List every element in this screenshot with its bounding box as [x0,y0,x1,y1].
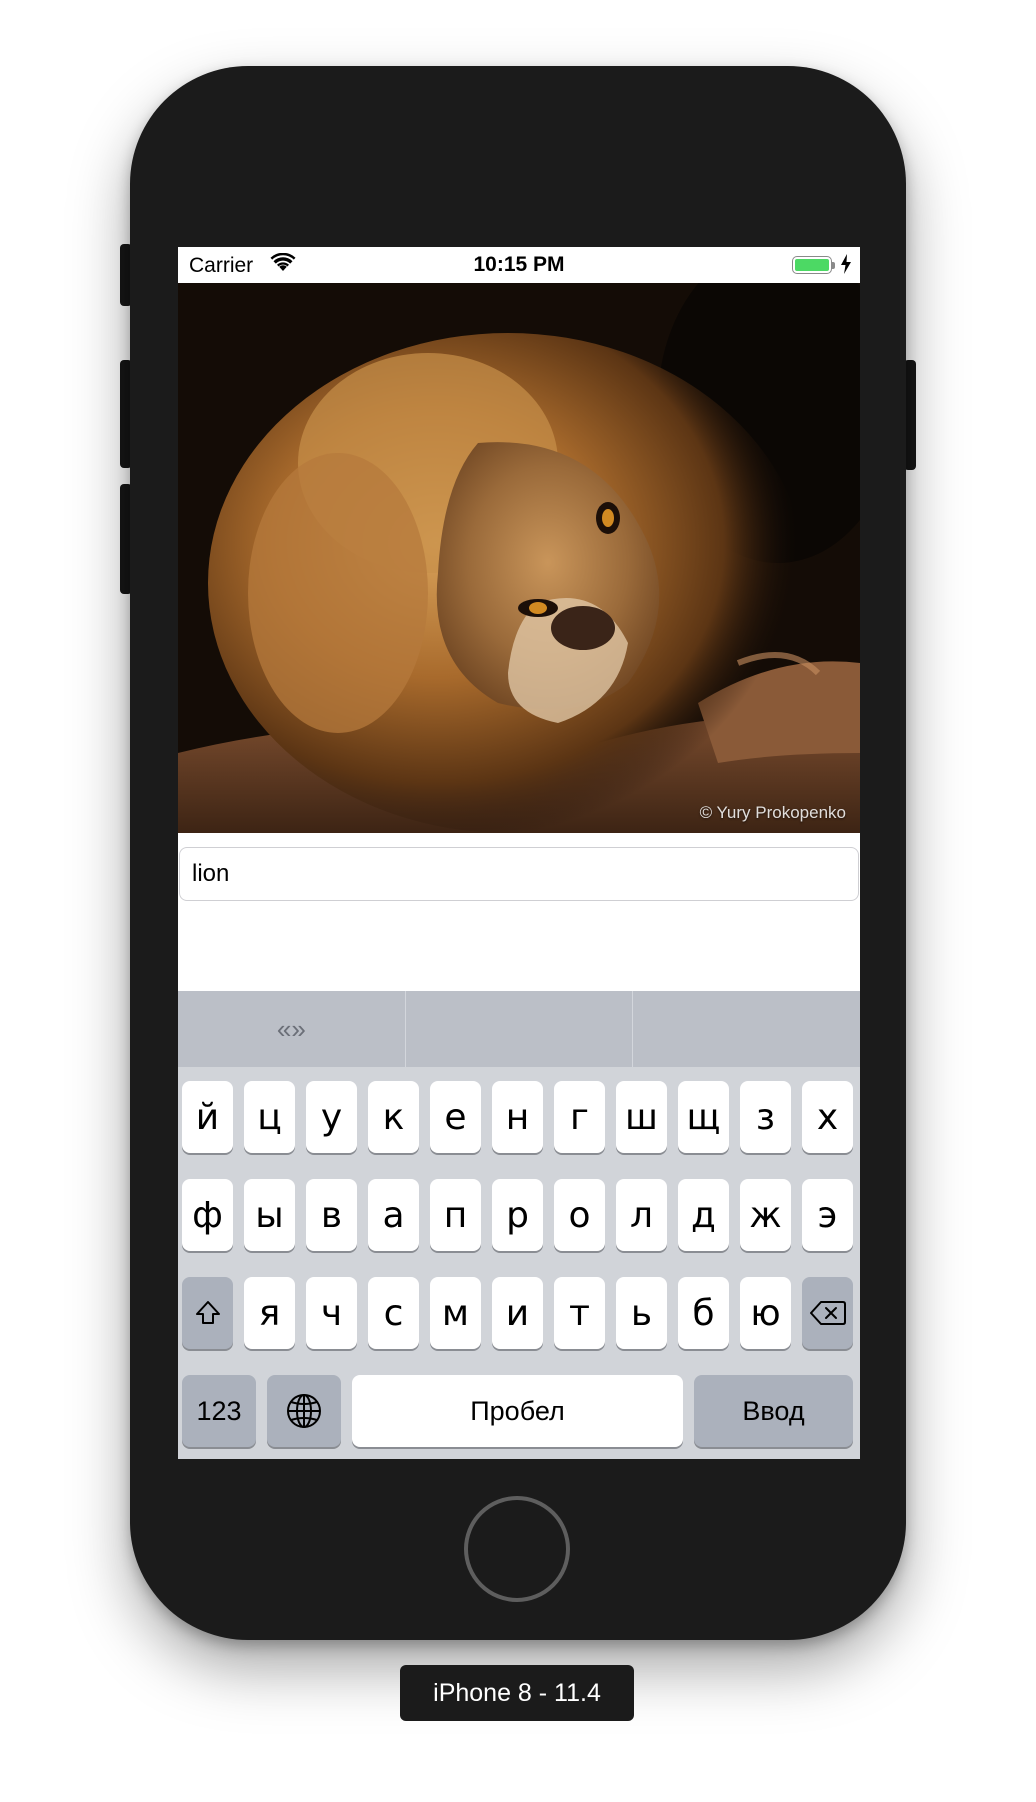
key-я[interactable]: я [244,1277,295,1349]
keyboard: «» й ц у к е н г ш щ з х ф ы в а п р о л [178,991,860,1459]
globe-key[interactable] [267,1375,341,1447]
key-с[interactable]: с [368,1277,419,1349]
simulator-stage: Carrier 10:15 PM © Yury Prokopenko lion … [0,0,1036,1802]
key-т[interactable]: т [554,1277,605,1349]
charging-bolt-icon [840,254,852,280]
key-э[interactable]: э [802,1179,853,1251]
key-ю[interactable]: ю [740,1277,791,1349]
prediction-slot-3[interactable] [633,991,860,1067]
key-р[interactable]: р [492,1179,543,1251]
device-screen: Carrier 10:15 PM © Yury Prokopenko lion … [178,247,860,1459]
backspace-key[interactable] [802,1277,853,1349]
key-а[interactable]: а [368,1179,419,1251]
key-ф[interactable]: ф [182,1179,233,1251]
battery-tip [832,262,835,269]
return-key[interactable]: Ввод [694,1375,853,1447]
space-key[interactable]: Пробел [352,1375,683,1447]
key-г[interactable]: г [554,1081,605,1153]
key-в[interactable]: в [306,1179,357,1251]
key-ж[interactable]: ж [740,1179,791,1251]
key-л[interactable]: л [616,1179,667,1251]
key-м[interactable]: м [430,1277,481,1349]
lion-photo: © Yury Prokopenko [178,283,860,833]
key-й[interactable]: й [182,1081,233,1153]
status-time: 10:15 PM [473,253,565,276]
device-model-label: iPhone 8 - 11.4 [400,1665,634,1721]
home-button[interactable] [464,1496,570,1602]
key-х[interactable]: х [802,1081,853,1153]
lion-illustration [178,283,860,833]
predictive-bar: «» [178,991,860,1067]
key-е[interactable]: е [430,1081,481,1153]
status-bar: Carrier 10:15 PM [178,247,860,283]
key-н[interactable]: н [492,1081,543,1153]
key-ц[interactable]: ц [244,1081,295,1153]
prediction-slot-1[interactable]: «» [178,991,406,1067]
search-text-field[interactable] [179,847,859,901]
globe-icon [287,1394,321,1428]
key-з[interactable]: з [740,1081,791,1153]
backspace-icon [809,1301,846,1325]
battery-icon [792,256,832,274]
key-д[interactable]: д [678,1179,729,1251]
key-п[interactable]: п [430,1179,481,1251]
key-ш[interactable]: ш [616,1081,667,1153]
key-у[interactable]: у [306,1081,357,1153]
key-щ[interactable]: щ [678,1081,729,1153]
key-о[interactable]: о [554,1179,605,1251]
numbers-key[interactable]: 123 [182,1375,256,1447]
key-ы[interactable]: ы [244,1179,295,1251]
key-к[interactable]: к [368,1081,419,1153]
key-и[interactable]: и [492,1277,543,1349]
key-ь[interactable]: ь [616,1277,667,1349]
key-б[interactable]: б [678,1277,729,1349]
photo-credit: © Yury Prokopenko [699,803,846,822]
prediction-slot-2[interactable] [406,991,634,1067]
shift-arrow-icon [195,1301,220,1324]
shift-key[interactable] [182,1277,233,1349]
key-ч[interactable]: ч [306,1277,357,1349]
